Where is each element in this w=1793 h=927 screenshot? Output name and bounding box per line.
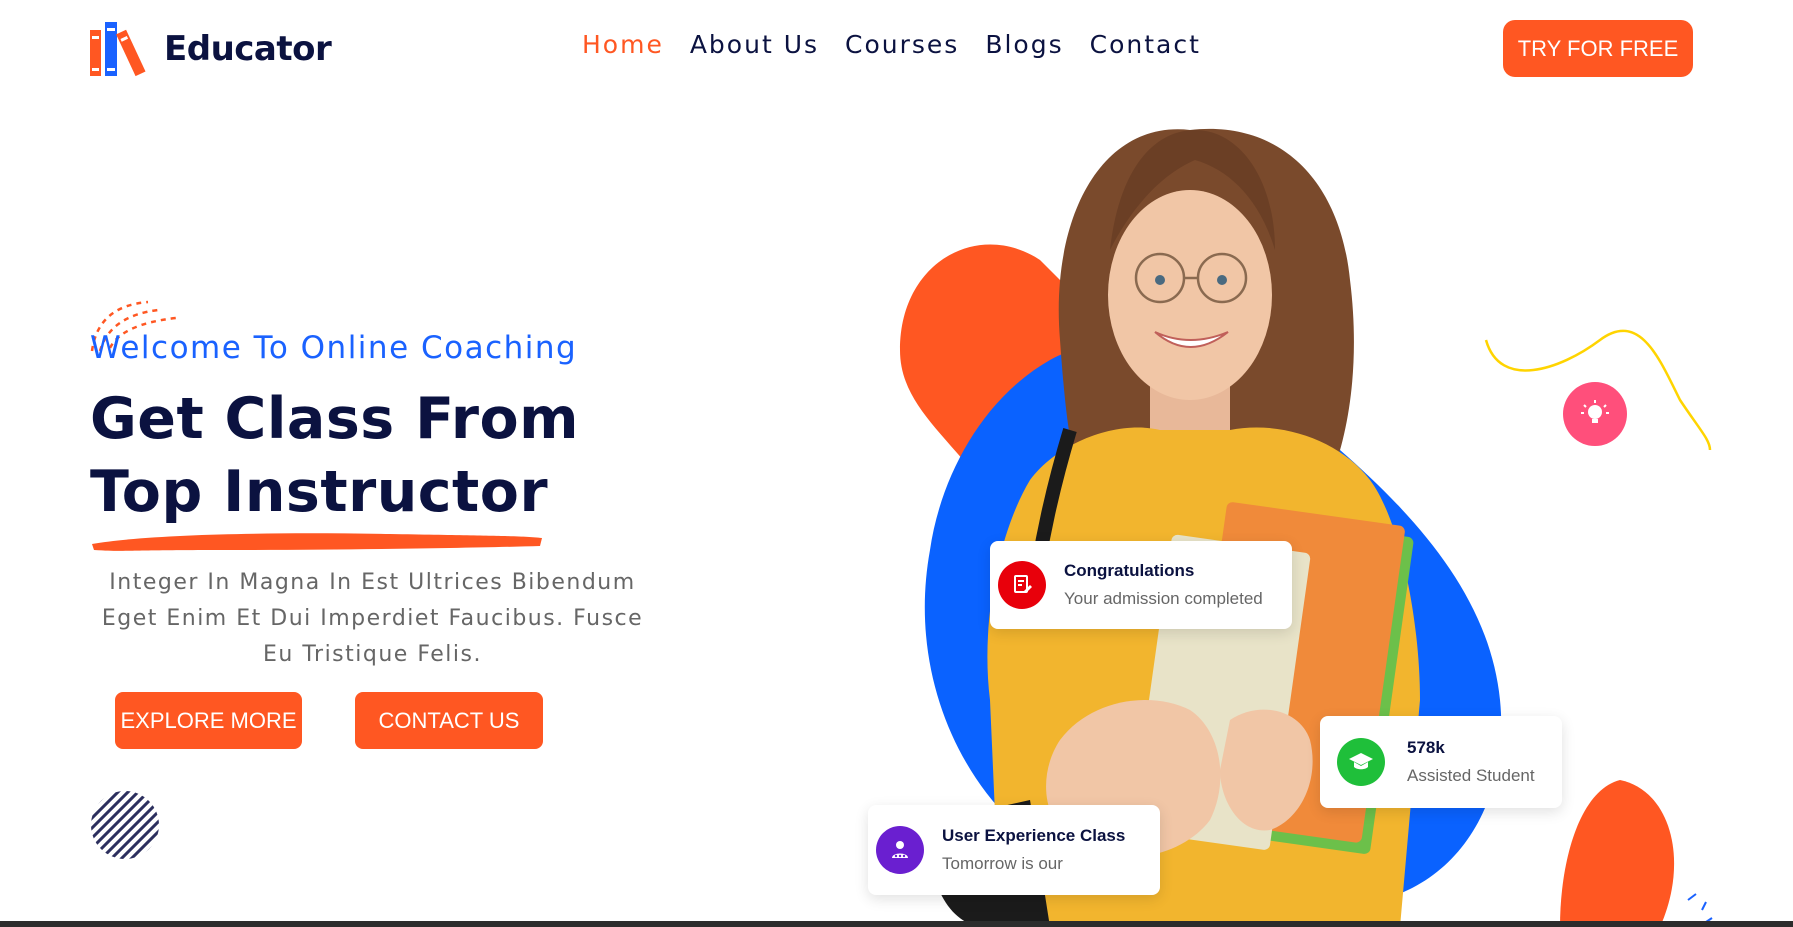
ux-class-subtitle: Tomorrow is our [942,854,1063,873]
hero-title: Get Class From Top Instructor [90,383,579,529]
graduation-cap-icon [1337,738,1385,786]
nav-about-us[interactable]: About Us [690,30,819,59]
brush-underline-decoration [92,533,542,551]
students-card: 578k Assisted Student [1320,716,1562,808]
contact-us-button[interactable]: CONTACT US [355,692,543,749]
congratulations-subtitle: Your admission completed [1064,589,1263,608]
lightbulb-badge [1563,382,1627,446]
explore-more-button[interactable]: EXPLORE MORE [115,692,302,749]
striped-circle-decoration [91,791,159,859]
hero-description: Integer In Magna In Est Ultrices Bibendu… [101,570,644,667]
blue-dash-decoration [1687,893,1713,923]
bottom-edge-bar [0,921,1793,927]
logo[interactable]: Educator [90,20,332,78]
hero-eyebrow: Welcome To Online Coaching [90,330,578,366]
books-logo-icon [90,22,146,77]
hero-title-line-1: Get Class From [90,386,580,452]
nav-home[interactable]: Home [582,30,664,59]
congratulations-card: Congratulations Your admission completed [990,541,1292,629]
nav-contact[interactable]: Contact [1090,30,1201,59]
lightbulb-icon [1581,400,1609,423]
main-nav: Home About Us Courses Blogs Contact [582,30,1201,59]
logo-text: Educator [164,29,332,69]
ux-class-title: User Experience Class [942,826,1126,845]
hero-title-line-2: Top Instructor [90,459,549,525]
students-label: Assisted Student [1407,766,1535,785]
nav-courses[interactable]: Courses [845,30,959,59]
students-count: 578k [1407,738,1445,757]
site-header: Educator Home About Us Courses Blogs Con… [0,0,1793,100]
document-edit-icon [998,561,1046,609]
nav-blogs[interactable]: Blogs [985,30,1063,59]
orange-corner-shape [1560,780,1675,927]
user-star-icon [876,826,924,874]
congratulations-title: Congratulations [1064,561,1195,580]
ux-class-card: User Experience Class Tomorrow is our [868,805,1160,895]
try-for-free-button[interactable]: TRY FOR FREE [1503,20,1693,77]
